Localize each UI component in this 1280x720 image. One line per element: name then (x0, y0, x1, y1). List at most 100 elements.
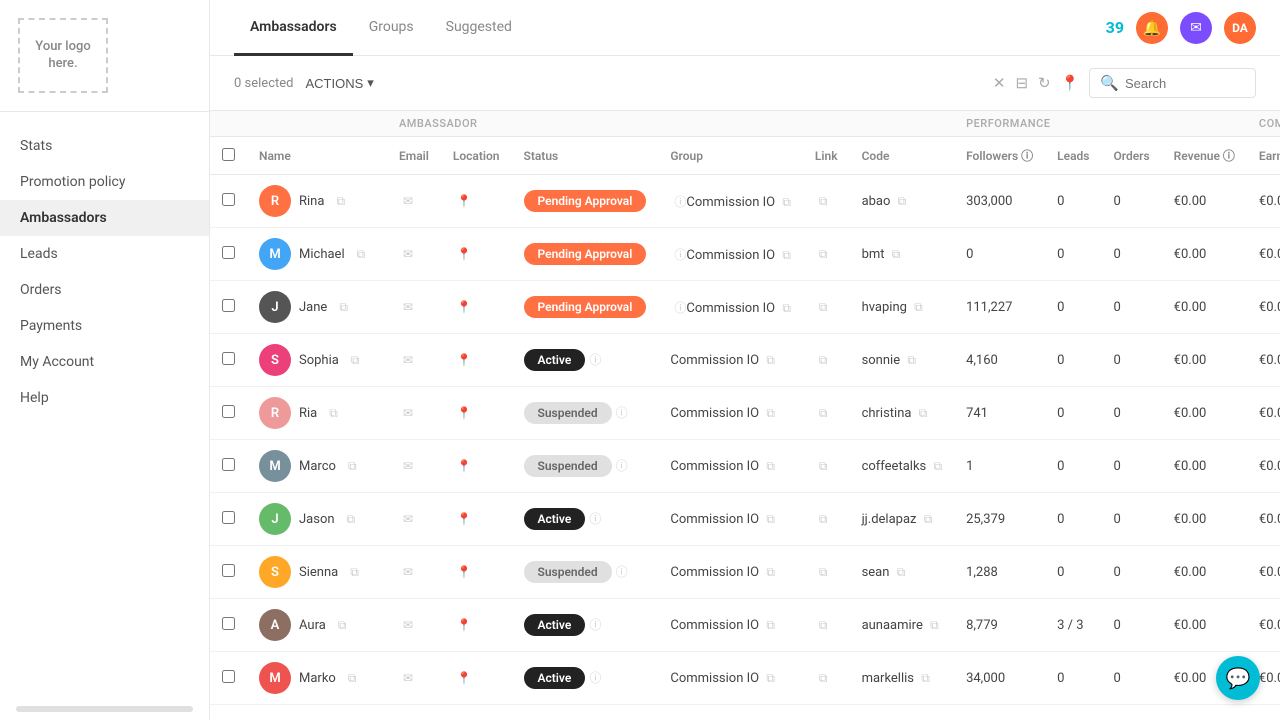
copy-code-icon[interactable]: ⧉ (892, 247, 901, 261)
sidebar-item-orders[interactable]: Orders (0, 272, 209, 308)
link-icon[interactable]: ⧉ (819, 512, 828, 526)
email-icon[interactable]: ✉ (403, 353, 413, 367)
info-icon[interactable]: ⓘ (589, 512, 601, 526)
row-checkbox[interactable] (222, 193, 235, 206)
copy-name-icon[interactable]: ⧉ (339, 300, 348, 315)
email-icon[interactable]: ✉ (403, 565, 413, 579)
info-icon[interactable]: ⓘ (674, 248, 686, 262)
copy-group-icon[interactable]: ⧉ (766, 671, 775, 685)
sidebar-item-ambassadors[interactable]: Ambassadors (0, 200, 209, 236)
search-input[interactable] (1125, 76, 1245, 91)
copy-group-icon[interactable]: ⧉ (782, 195, 791, 209)
copy-name-icon[interactable]: ⧉ (350, 565, 359, 580)
location-pin-icon[interactable]: 📍 (457, 194, 472, 208)
refresh-icon[interactable]: ↻ (1038, 74, 1051, 92)
select-all-checkbox[interactable] (222, 148, 235, 161)
email-icon[interactable]: ✉ (403, 512, 413, 526)
sidebar-item-my-account[interactable]: My Account (0, 344, 209, 380)
row-checkbox[interactable] (222, 617, 235, 630)
copy-group-icon[interactable]: ⧉ (766, 459, 775, 473)
copy-name-icon[interactable]: ⧉ (357, 247, 366, 262)
link-icon[interactable]: ⧉ (819, 565, 828, 579)
row-checkbox[interactable] (222, 458, 235, 471)
link-icon[interactable]: ⧉ (819, 671, 828, 685)
copy-group-icon[interactable]: ⧉ (766, 618, 775, 632)
row-checkbox[interactable] (222, 511, 235, 524)
copy-name-icon[interactable]: ⧉ (336, 194, 345, 209)
close-icon[interactable]: ✕ (993, 74, 1006, 92)
copy-group-icon[interactable]: ⧉ (782, 248, 791, 262)
row-checkbox[interactable] (222, 670, 235, 683)
email-icon[interactable]: ✉ (403, 459, 413, 473)
copy-group-icon[interactable]: ⧉ (766, 353, 775, 367)
location-pin-icon[interactable]: 📍 (457, 618, 472, 632)
link-icon[interactable]: ⧉ (819, 353, 828, 367)
tab-ambassadors[interactable]: Ambassadors (234, 1, 353, 56)
copy-group-icon[interactable]: ⧉ (766, 565, 775, 579)
row-checkbox[interactable] (222, 564, 235, 577)
copy-group-icon[interactable]: ⧉ (766, 406, 775, 420)
tab-suggested[interactable]: Suggested (430, 1, 528, 56)
email-icon[interactable]: ✉ (403, 300, 413, 314)
row-checkbox[interactable] (222, 405, 235, 418)
copy-code-icon[interactable]: ⧉ (924, 512, 933, 526)
sidebar-item-payments[interactable]: Payments (0, 308, 209, 344)
email-icon[interactable]: ✉ (403, 194, 413, 208)
link-icon[interactable]: ⧉ (819, 247, 828, 261)
info-icon[interactable]: ⓘ (616, 565, 628, 579)
row-checkbox[interactable] (222, 299, 235, 312)
location-pin-icon[interactable]: 📍 (457, 247, 472, 261)
link-icon[interactable]: ⧉ (819, 406, 828, 420)
chat-button[interactable]: 💬 (1216, 656, 1260, 700)
location-pin-icon[interactable]: 📍 (457, 406, 472, 420)
copy-name-icon[interactable]: ⧉ (347, 512, 356, 527)
copy-name-icon[interactable]: ⧉ (348, 671, 357, 686)
location-pin-icon[interactable]: 📍 (457, 300, 472, 314)
email-icon[interactable]: ✉ (403, 406, 413, 420)
actions-button[interactable]: ACTIONS ▾ (305, 75, 373, 91)
tab-groups[interactable]: Groups (353, 1, 430, 56)
copy-code-icon[interactable]: ⧉ (921, 671, 930, 685)
info-icon[interactable]: ⓘ (674, 195, 686, 209)
copy-name-icon[interactable]: ⧉ (329, 406, 338, 421)
info-icon[interactable]: ⓘ (616, 406, 628, 420)
bell-icon[interactable]: 🔔 (1136, 12, 1168, 44)
location-pin-icon[interactable]: 📍 (457, 565, 472, 579)
location-pin-icon[interactable]: 📍 (457, 671, 472, 685)
copy-name-icon[interactable]: ⧉ (348, 459, 357, 474)
copy-code-icon[interactable]: ⧉ (907, 353, 916, 367)
mail-icon[interactable]: ✉ (1180, 12, 1212, 44)
link-icon[interactable]: ⧉ (819, 459, 828, 473)
copy-code-icon[interactable]: ⧉ (914, 300, 923, 314)
copy-name-icon[interactable]: ⧉ (351, 353, 360, 368)
row-checkbox[interactable] (222, 352, 235, 365)
info-icon[interactable]: ⓘ (589, 618, 601, 632)
copy-code-icon[interactable]: ⧉ (919, 406, 928, 420)
location-pin-icon[interactable]: 📍 (457, 459, 472, 473)
copy-code-icon[interactable]: ⧉ (930, 618, 939, 632)
sidebar-item-promotion-policy[interactable]: Promotion policy (0, 164, 209, 200)
user-avatar[interactable]: DA (1224, 12, 1256, 44)
email-icon[interactable]: ✉ (403, 671, 413, 685)
link-icon[interactable]: ⧉ (819, 300, 828, 314)
info-icon[interactable]: ⓘ (674, 301, 686, 315)
location-pin-icon[interactable]: 📍 (457, 512, 472, 526)
row-checkbox[interactable] (222, 246, 235, 259)
location-icon[interactable]: 📍 (1061, 74, 1080, 92)
copy-group-icon[interactable]: ⧉ (766, 512, 775, 526)
info-icon[interactable]: ⓘ (616, 459, 628, 473)
email-icon[interactable]: ✉ (403, 618, 413, 632)
info-icon[interactable]: ⓘ (589, 353, 601, 367)
filter-icon[interactable]: ⊟ (1015, 74, 1028, 92)
email-icon[interactable]: ✉ (403, 247, 413, 261)
sidebar-item-help[interactable]: Help (0, 380, 209, 416)
copy-code-icon[interactable]: ⧉ (897, 565, 906, 579)
sidebar-item-stats[interactable]: Stats (0, 128, 209, 164)
copy-code-icon[interactable]: ⧉ (933, 459, 942, 473)
link-icon[interactable]: ⧉ (819, 194, 828, 208)
copy-code-icon[interactable]: ⧉ (898, 194, 907, 208)
sidebar-item-leads[interactable]: Leads (0, 236, 209, 272)
copy-name-icon[interactable]: ⧉ (338, 618, 347, 633)
info-icon[interactable]: ⓘ (589, 671, 601, 685)
location-pin-icon[interactable]: 📍 (457, 353, 472, 367)
